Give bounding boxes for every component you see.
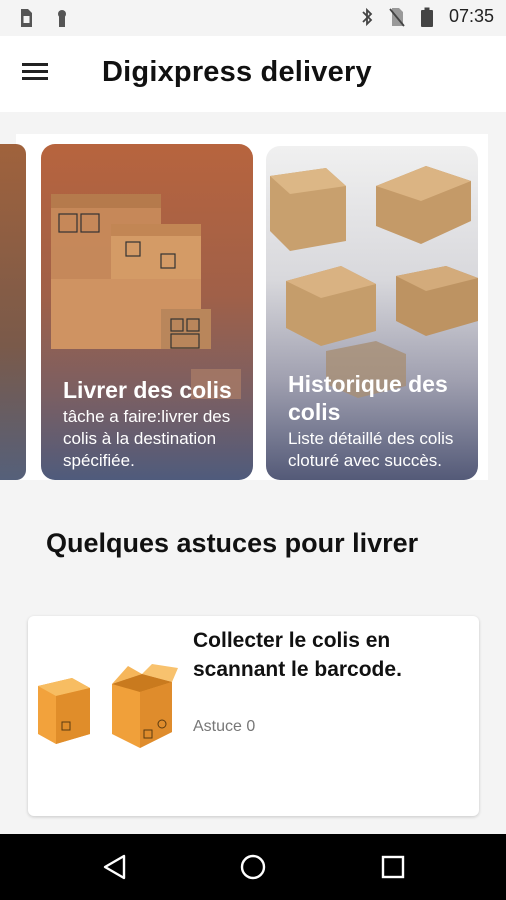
card-history-title: Historique des colis (288, 371, 448, 425)
card-history-parcels[interactable]: Historique des colis Liste détaillé des … (266, 146, 478, 480)
menu-icon[interactable] (22, 60, 54, 88)
app-title: Digixpress delivery (102, 56, 372, 88)
sim-card-icon (21, 9, 32, 27)
card-deliver-title: Livrer des colis (63, 377, 232, 403)
card-history-text: Historique des colis Liste détaillé des … (288, 370, 464, 472)
tips-heading: Quelques astuces pour livrer (46, 528, 419, 558)
home-icon[interactable] (238, 852, 268, 882)
tip-subtitle: Astuce 0 (193, 718, 256, 735)
lock-icon (58, 10, 66, 27)
tip-card[interactable]: Collecter le colis en scannant le barcod… (28, 616, 479, 816)
status-bar: 07:35 (0, 0, 506, 36)
app-bar: Digixpress delivery (0, 36, 506, 112)
battery-icon (420, 7, 433, 27)
no-sim-icon (389, 7, 405, 27)
card-history-description: Liste détaillé des colis cloturé avec su… (288, 429, 454, 470)
card-deliver-parcels[interactable]: Livrer des colis tâche a faire:livrer de… (41, 144, 253, 480)
back-icon[interactable] (100, 852, 130, 882)
tip-title: Collecter le colis en scannant le barcod… (193, 629, 402, 681)
system-nav-bar (0, 834, 506, 900)
recents-icon[interactable] (378, 852, 408, 882)
feature-carousel[interactable]: Livrer des colis tâche a faire:livrer de… (0, 112, 506, 492)
bluetooth-icon (362, 7, 373, 26)
card-deliver-text: Livrer des colis tâche a faire:livrer de… (63, 376, 239, 472)
boxes-illustration (38, 664, 178, 748)
status-time: 07:35 (448, 6, 494, 26)
carousel-card-partial[interactable] (0, 144, 26, 480)
card-deliver-description: tâche a faire:livrer des colis à la dest… (63, 407, 231, 470)
